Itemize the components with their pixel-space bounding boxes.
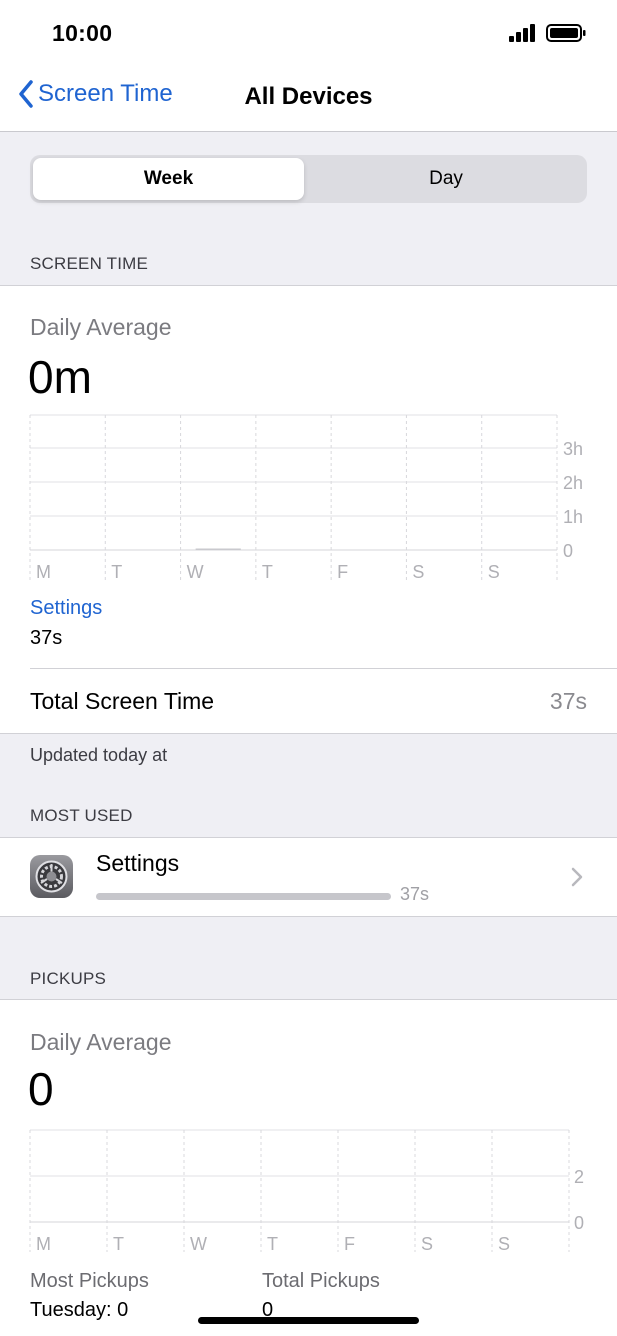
y-tick-label: 3h <box>563 439 583 459</box>
most-pickups-value: Tuesday: 0 <box>30 1299 129 1321</box>
x-tick-label: M <box>36 562 51 582</box>
screen-time-chart: 3h 2h 1h 0 M T W T F S S <box>29 414 583 582</box>
section-header-screen-time: SCREEN TIME <box>30 254 149 273</box>
home-indicator <box>198 1317 419 1324</box>
status-time: 10:00 <box>52 20 113 46</box>
pickups-chart: 2 0 M T W T F S S <box>29 1129 584 1254</box>
y-tick-label: 0 <box>563 541 573 561</box>
x-tick-label: T <box>267 1234 278 1254</box>
x-tick-label: F <box>344 1234 355 1254</box>
x-tick-label: W <box>187 562 204 582</box>
cellular-signal-icon <box>509 24 535 42</box>
top-app-link[interactable]: Settings <box>30 597 102 620</box>
x-tick-label: S <box>488 562 500 582</box>
y-tick-label: 1h <box>563 507 583 527</box>
settings-gear-icon <box>30 855 73 898</box>
page-title: All Devices <box>244 83 373 110</box>
x-tick-label: S <box>421 1234 433 1254</box>
x-tick-label: S <box>412 562 424 582</box>
app-usage-bar <box>96 893 391 900</box>
x-tick-label: W <box>190 1234 207 1254</box>
pickups-daily-average-label: Daily Average <box>30 1029 172 1055</box>
section-header-pickups: PICKUPS <box>30 969 107 988</box>
segment-day[interactable]: Day <box>308 158 584 200</box>
x-tick-label: M <box>36 1234 51 1254</box>
total-screen-time-label: Total Screen Time <box>30 688 215 714</box>
total-pickups-label: Total Pickups <box>262 1270 380 1292</box>
y-tick-label: 2h <box>563 473 583 493</box>
total-screen-time-value: 37s <box>549 688 587 714</box>
updated-text: Updated today at <box>30 745 168 765</box>
app-usage-time: 37s <box>400 884 430 904</box>
x-tick-label: S <box>498 1234 510 1254</box>
y-tick-label: 0 <box>574 1213 584 1233</box>
segment-week[interactable]: Week <box>33 158 304 200</box>
x-tick-label: F <box>337 562 348 582</box>
daily-average-label: Daily Average <box>30 314 172 340</box>
x-tick-label: T <box>111 562 122 582</box>
divider <box>0 733 617 734</box>
pickups-daily-average-value: 0 <box>28 1063 54 1115</box>
x-tick-label: T <box>113 1234 124 1254</box>
app-name: Settings <box>96 850 180 876</box>
section-header-most-used: MOST USED <box>30 806 133 825</box>
y-tick-label: 2 <box>574 1167 584 1187</box>
chart-bar <box>195 548 241 550</box>
divider <box>0 999 617 1000</box>
battery-icon <box>546 24 586 42</box>
x-tick-label: T <box>262 562 273 582</box>
most-pickups-label: Most Pickups <box>30 1270 149 1292</box>
divider <box>0 285 617 286</box>
app-row-settings[interactable] <box>0 838 617 917</box>
chevron-right-icon <box>571 867 583 887</box>
top-app-time: 37s <box>30 627 63 649</box>
daily-average-value: 0m <box>28 351 92 403</box>
